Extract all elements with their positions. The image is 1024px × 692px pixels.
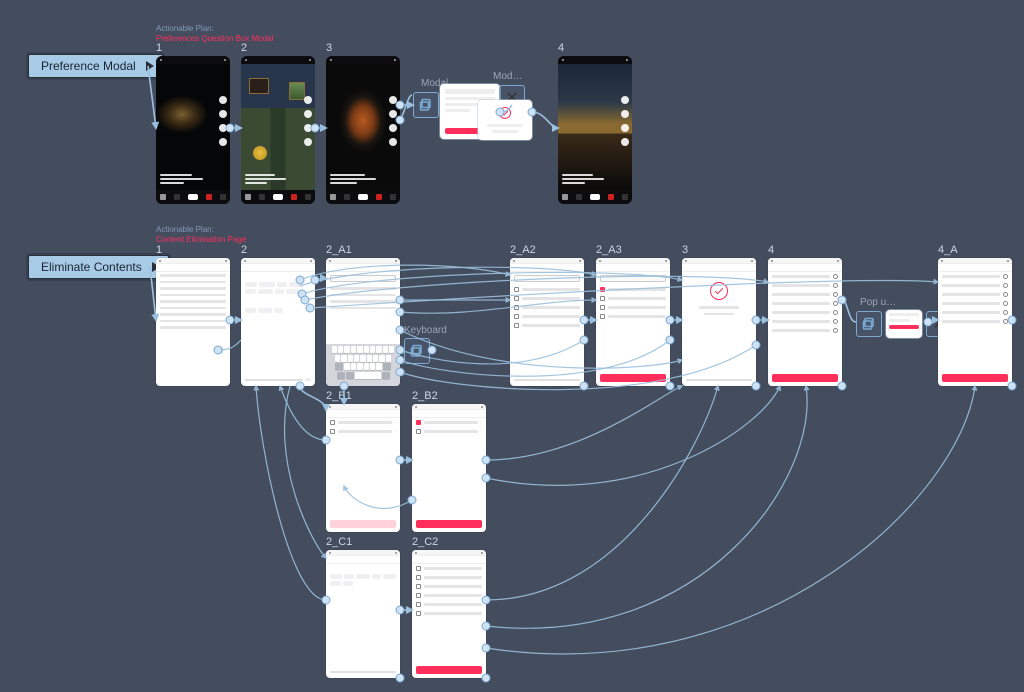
connector-node[interactable] — [396, 296, 405, 305]
connector-node[interactable] — [396, 456, 405, 465]
connector-node[interactable] — [666, 336, 675, 345]
connector-node[interactable] — [528, 108, 537, 117]
copy-icon[interactable] — [856, 311, 882, 337]
connector-node[interactable] — [311, 276, 320, 285]
connector-node[interactable] — [580, 316, 589, 325]
frame-pref-1[interactable] — [156, 56, 230, 204]
frame-label: 2_A3 — [596, 244, 622, 256]
frame-label: 3 — [682, 244, 688, 256]
connector-node[interactable] — [482, 644, 491, 653]
connector-node[interactable] — [666, 316, 675, 325]
frame-elim-2a3[interactable] — [596, 258, 670, 386]
frame-elim-4a[interactable] — [938, 258, 1012, 386]
connector-node[interactable] — [214, 346, 223, 355]
section-headline: Actionable Plan: — [156, 24, 214, 34]
connector-node[interactable] — [396, 101, 405, 110]
frame-label: 2_A1 — [326, 244, 352, 256]
connector-node[interactable] — [396, 346, 405, 355]
modal-preview-2 — [478, 100, 532, 140]
connector-node[interactable] — [838, 296, 847, 305]
copy-icon[interactable] — [413, 92, 439, 118]
connector-node[interactable] — [396, 368, 405, 377]
flow-pill-label: Preference Modal — [41, 59, 136, 73]
frame-elim-2c2[interactable] — [412, 550, 486, 678]
component-label: Keyboard — [404, 325, 447, 336]
connector-node[interactable] — [396, 606, 405, 615]
frame-elim-2a1[interactable] — [326, 258, 400, 386]
connector-node[interactable] — [482, 596, 491, 605]
connector-node[interactable] — [924, 318, 933, 327]
frame-label: 1 — [156, 42, 162, 54]
frame-pref-4[interactable] — [558, 56, 632, 204]
frame-label: 3 — [326, 42, 332, 54]
connector-node[interactable] — [580, 336, 589, 345]
frame-label: 2 — [241, 42, 247, 54]
frame-elim-1[interactable] — [156, 258, 230, 386]
frame-label: 2_A2 — [510, 244, 536, 256]
connector-node[interactable] — [482, 474, 491, 483]
connector-node[interactable] — [296, 276, 305, 285]
copy-icon[interactable] — [404, 338, 430, 364]
frame-elim-3[interactable] — [682, 258, 756, 386]
section-headline-accent: Content Elimination Page — [156, 235, 246, 245]
frame-elim-2a2[interactable] — [510, 258, 584, 386]
section-headline: Actionable Plan: — [156, 225, 214, 235]
flow-pill-label: Eliminate Contents — [41, 260, 142, 274]
section-headline-accent: Preferences Question Box Modal — [156, 34, 273, 44]
connector-node[interactable] — [396, 356, 405, 365]
connector-node[interactable] — [482, 622, 491, 631]
frame-label: 1 — [156, 244, 162, 256]
flow-pill-eliminate[interactable]: Eliminate Contents — [28, 255, 169, 279]
component-label: Mod… — [493, 71, 522, 82]
connector-node[interactable] — [752, 382, 761, 391]
connector-node[interactable] — [396, 326, 405, 335]
connector-node[interactable] — [226, 316, 235, 325]
component-modal[interactable]: Modal — [413, 92, 439, 118]
connector-node[interactable] — [580, 382, 589, 391]
frame-label: 2_C2 — [412, 536, 438, 548]
connector-node[interactable] — [1008, 382, 1017, 391]
component-keyboard[interactable]: Keyboard — [404, 338, 430, 364]
frame-elim-2b2[interactable]: · · — [412, 404, 486, 532]
frame-elim-2b1[interactable]: · · — [326, 404, 400, 532]
frame-label: 2_C1 — [326, 536, 352, 548]
connector-node[interactable] — [482, 456, 491, 465]
connector-node[interactable] — [482, 674, 491, 683]
connector-node[interactable] — [752, 341, 761, 350]
play-icon — [146, 61, 154, 71]
component-label: Pop u… — [860, 297, 896, 308]
frame-label: 4 — [768, 244, 774, 256]
connector-node[interactable] — [226, 124, 235, 133]
frame-label: 2_B2 — [412, 390, 438, 402]
connector-node[interactable] — [838, 382, 847, 391]
connector-node[interactable] — [1008, 316, 1017, 325]
frame-label: 4 — [558, 42, 564, 54]
frame-label: 4_A — [938, 244, 958, 256]
frame-pref-3[interactable] — [326, 56, 400, 204]
connector-node[interactable] — [322, 436, 331, 445]
connector-node[interactable] — [666, 382, 675, 391]
connector-node[interactable] — [752, 316, 761, 325]
connector-node[interactable] — [408, 496, 417, 505]
connector-node[interactable] — [496, 108, 505, 117]
frame-label: 2 — [241, 244, 247, 256]
frame-elim-4[interactable] — [768, 258, 842, 386]
connector-node[interactable] — [396, 308, 405, 317]
flow-pill-preference[interactable]: Preference Modal — [28, 54, 163, 78]
connector-node[interactable] — [311, 124, 320, 133]
connector-node[interactable] — [306, 304, 315, 313]
frame-label: 2_B1 — [326, 390, 352, 402]
connector-node[interactable] — [322, 596, 331, 605]
connector-node[interactable] — [396, 674, 405, 683]
connector-node[interactable] — [340, 382, 349, 391]
frame-elim-2c1[interactable] — [326, 550, 400, 678]
connector-node[interactable] — [296, 382, 305, 391]
connector-node[interactable] — [428, 346, 437, 355]
frame-pref-2[interactable] — [241, 56, 315, 204]
connector-node[interactable] — [396, 116, 405, 125]
